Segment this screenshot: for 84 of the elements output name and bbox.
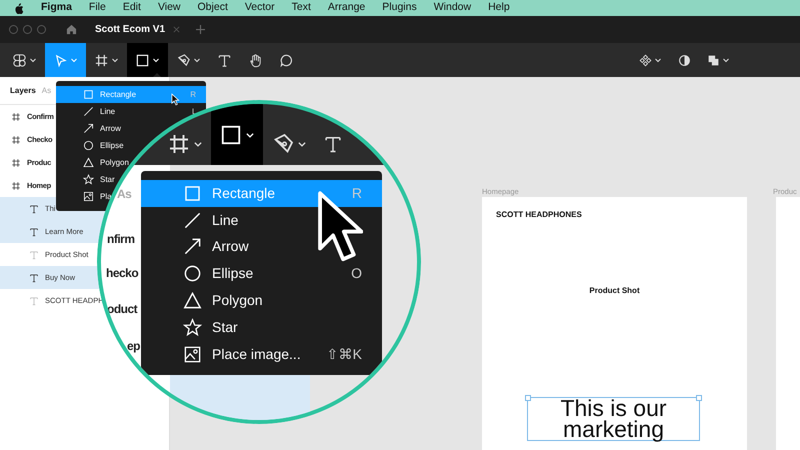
- rectangle-icon: [135, 52, 150, 68]
- menu-item[interactable]: File: [88, 0, 106, 16]
- apple-logo-icon: [14, 2, 24, 14]
- tool-button[interactable]: [127, 43, 168, 77]
- text-icon: [29, 272, 39, 282]
- text-icon: [323, 134, 343, 154]
- app-menu[interactable]: Figma: [41, 0, 72, 16]
- menu-item[interactable]: Pla: [56, 188, 112, 205]
- menu-item[interactable]: Star: [141, 314, 382, 341]
- caret-icon: [722, 56, 730, 64]
- hash-icon: [11, 158, 21, 168]
- menu-item[interactable]: Arrow: [56, 120, 121, 137]
- menu-item[interactable]: Window: [434, 0, 472, 16]
- menu-item[interactable]: Arrange: [328, 0, 366, 16]
- layer-name: ep: [127, 338, 140, 355]
- overlap-squares-icon: [707, 54, 720, 66]
- arrow-icon: [83, 123, 94, 134]
- line-icon: [83, 106, 94, 117]
- layer-name: hecko: [106, 265, 138, 282]
- layer-name: As: [117, 186, 132, 203]
- text-icon: [29, 250, 39, 260]
- menu-item[interactable]: Ellipse: [56, 137, 124, 154]
- pen-icon: [176, 52, 191, 68]
- menu-item[interactable]: Edit: [122, 0, 141, 16]
- menu-item[interactable]: Object: [198, 0, 228, 16]
- speech-bubble-icon: [279, 52, 294, 68]
- close-icon: [173, 26, 180, 33]
- cursor-icon: [171, 93, 180, 106]
- hash-icon: [11, 112, 21, 122]
- caret-icon: [152, 56, 160, 64]
- hash-icon: [94, 52, 109, 68]
- hash-icon: [167, 132, 191, 156]
- headline-text: This is our marketing: [527, 397, 700, 441]
- figma-logo-icon: [12, 52, 27, 68]
- plus-icon: [196, 25, 206, 34]
- shortcut-text: O: [351, 264, 362, 284]
- line-icon: [183, 210, 202, 230]
- menu-item[interactable]: Help: [488, 0, 510, 16]
- cursor-icon: [317, 190, 363, 264]
- ellipse-icon: [83, 140, 94, 151]
- caret-icon: [654, 56, 662, 64]
- caret-icon: [111, 56, 119, 64]
- ellipse-icon: [183, 264, 202, 284]
- menu-item[interactable]: Text: [292, 0, 311, 16]
- text-icon: [29, 204, 39, 214]
- half-circle-icon: [678, 54, 691, 66]
- menu-item[interactable]: Plugins: [382, 0, 417, 16]
- arrow-icon: [183, 237, 202, 256]
- rectangle-icon: [183, 184, 202, 203]
- pen-icon: [271, 132, 295, 156]
- diamond-grid-icon: [639, 54, 652, 66]
- shortcut-text: ⇧⌘K: [326, 344, 362, 364]
- image-label: Product Shot: [588, 285, 641, 297]
- menu-item[interactable]: Polygon: [56, 154, 129, 171]
- pointer-notch: [153, 73, 161, 77]
- home-icon: [66, 24, 77, 35]
- text-icon: [217, 52, 232, 68]
- brand-text: SCOTT HEADPHONES: [496, 209, 582, 221]
- shortcut-text: R: [352, 184, 362, 203]
- menu-item[interactable]: View: [158, 0, 181, 16]
- text-icon: [29, 226, 39, 236]
- tool-button[interactable]: [211, 104, 263, 165]
- menu-item[interactable]: Star: [56, 171, 115, 188]
- resize-handle[interactable]: [696, 395, 702, 401]
- cursor-icon: [53, 52, 68, 68]
- image-icon: [83, 191, 94, 202]
- hash-icon: [11, 134, 21, 144]
- caret-icon: [70, 56, 78, 64]
- hand-icon: [248, 52, 263, 68]
- resize-handle[interactable]: [525, 395, 531, 401]
- triangle-icon: [83, 157, 94, 168]
- caret-icon: [193, 56, 201, 64]
- star-icon: [83, 174, 94, 185]
- caret-icon: [29, 56, 37, 64]
- text-icon: [29, 296, 39, 306]
- menu-item[interactable]: Place image... ⇧⌘K: [141, 340, 382, 368]
- star-icon: [183, 318, 202, 337]
- shortcut-text: R: [190, 88, 196, 100]
- rectangle-icon: [83, 89, 94, 100]
- triangle-icon: [183, 291, 202, 310]
- menu-item[interactable]: Vector: [244, 0, 275, 16]
- hash-icon: [11, 180, 21, 190]
- image-icon: [183, 344, 202, 364]
- panel-tab[interactable]: Layers: [10, 84, 36, 96]
